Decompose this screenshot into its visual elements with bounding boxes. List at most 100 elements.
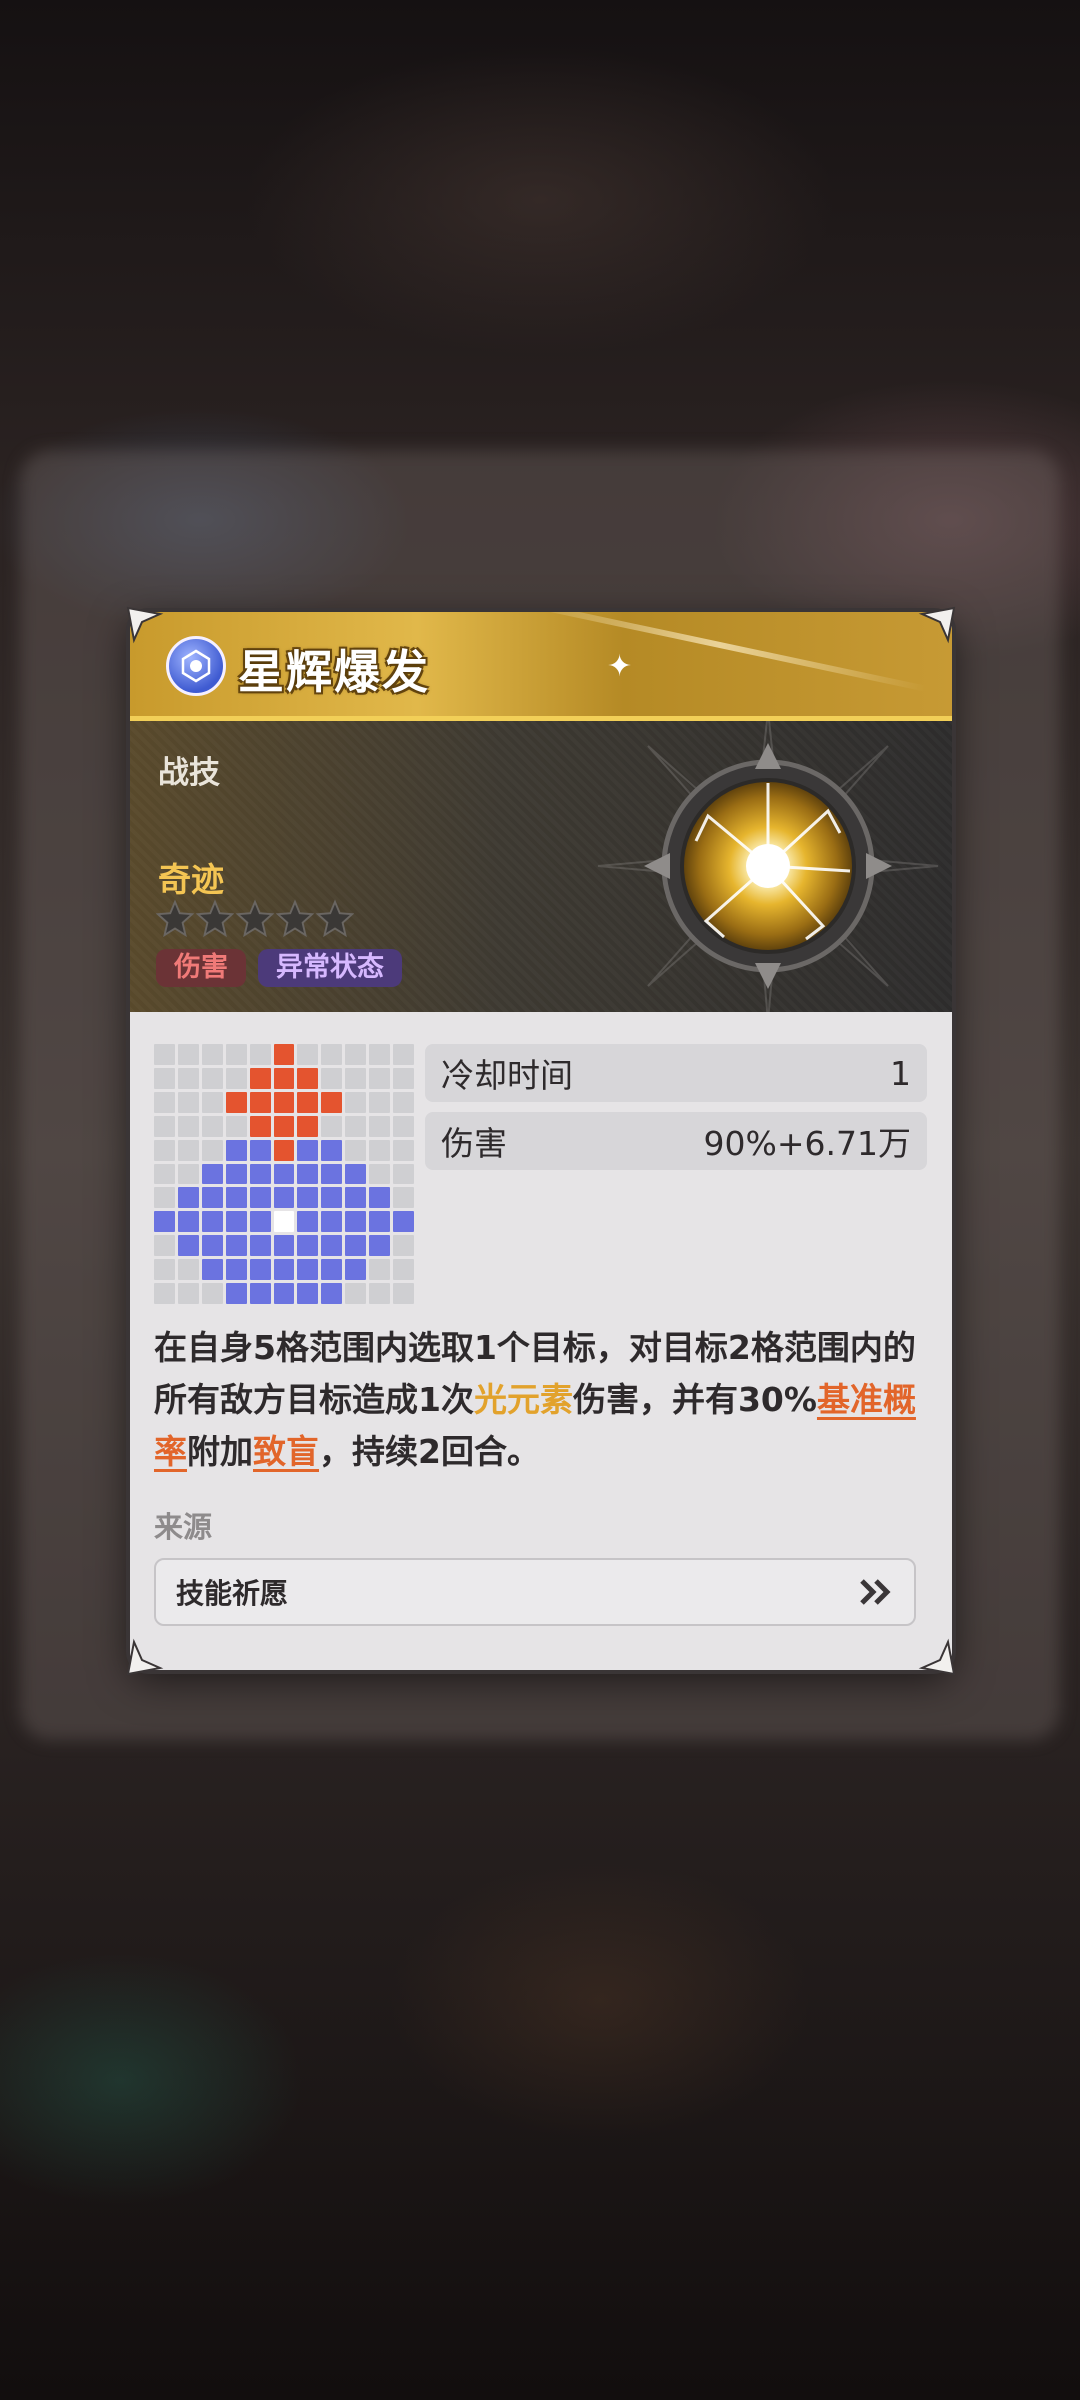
grid-cell-empty bbox=[393, 1115, 414, 1137]
grid-cell-select-range bbox=[201, 1235, 223, 1257]
grid-cell-target-range bbox=[273, 1139, 295, 1161]
grid-cell-empty bbox=[345, 1139, 367, 1161]
light-element-icon bbox=[166, 636, 226, 696]
grid-cell-empty bbox=[225, 1067, 247, 1089]
damage-value: 90%+6.71万 bbox=[703, 1124, 911, 1163]
grid-cell-select-range bbox=[177, 1211, 199, 1233]
grid-cell-empty bbox=[321, 1115, 343, 1137]
grid-cell-target-range bbox=[249, 1091, 271, 1113]
grid-cell-select-range bbox=[369, 1187, 391, 1209]
grid-cell-empty bbox=[393, 1091, 414, 1113]
sparkle-icon: ✦ bbox=[607, 649, 633, 684]
grid-cell-empty bbox=[201, 1115, 223, 1137]
source-label: 来源 bbox=[154, 1510, 213, 1544]
star-empty-icon bbox=[276, 899, 314, 937]
grid-cell-empty bbox=[154, 1091, 175, 1113]
skill-tags: 伤害 异常状态 bbox=[156, 949, 402, 987]
grid-cell-empty bbox=[345, 1044, 367, 1065]
grid-cell-empty bbox=[177, 1091, 199, 1113]
grid-cell-select-range bbox=[297, 1187, 319, 1209]
attack-range-grid bbox=[154, 1044, 414, 1304]
grid-cell-empty bbox=[154, 1139, 175, 1161]
grid-cell-target-range bbox=[273, 1067, 295, 1089]
grid-cell-empty bbox=[154, 1259, 175, 1281]
grid-cell-select-range bbox=[154, 1211, 175, 1233]
grid-cell-target-range bbox=[321, 1091, 343, 1113]
grid-cell-empty bbox=[225, 1115, 247, 1137]
grid-cell-target-range bbox=[297, 1091, 319, 1113]
grid-cell-select-range bbox=[225, 1187, 247, 1209]
grid-cell-empty bbox=[225, 1044, 247, 1065]
grid-cell-select-range bbox=[321, 1283, 343, 1304]
corner-ornament-icon bbox=[124, 1638, 164, 1678]
grid-cell-empty bbox=[393, 1235, 414, 1257]
grid-cell-empty bbox=[177, 1163, 199, 1185]
grid-cell-empty bbox=[154, 1163, 175, 1185]
tag-status-effect: 异常状态 bbox=[258, 949, 402, 987]
grid-cell-select-range bbox=[297, 1283, 319, 1304]
grid-cell-select-range bbox=[321, 1259, 343, 1281]
grid-cell-select-range bbox=[225, 1139, 247, 1161]
source-skill-wish-button[interactable]: 技能祈愿 bbox=[154, 1558, 916, 1626]
grid-cell-select-range bbox=[249, 1235, 271, 1257]
grid-cell-select-range bbox=[297, 1139, 319, 1161]
grid-cell-select-range bbox=[393, 1211, 414, 1233]
skill-detail-card: ✦ 星辉爆发 战技 奇迹 伤害 异常状态 冷却时间 1 伤害 90%+6.71万… bbox=[130, 612, 952, 1670]
grid-cell-empty bbox=[393, 1067, 414, 1089]
grid-cell-select-range bbox=[369, 1235, 391, 1257]
grid-cell-select-range bbox=[273, 1283, 295, 1304]
grid-cell-select-range bbox=[249, 1283, 271, 1304]
rarity-name: 奇迹 bbox=[158, 860, 224, 899]
grid-cell-empty bbox=[177, 1283, 199, 1304]
grid-cell-select-range bbox=[321, 1139, 343, 1161]
grid-cell-select-range bbox=[201, 1259, 223, 1281]
grid-cell-select-range bbox=[225, 1235, 247, 1257]
grid-cell-select-range bbox=[345, 1259, 367, 1281]
grid-cell-select-range bbox=[225, 1211, 247, 1233]
grid-cell-select-range bbox=[273, 1235, 295, 1257]
grid-cell-empty bbox=[201, 1091, 223, 1113]
grid-cell-self bbox=[273, 1211, 295, 1233]
element-keyword: 光元素 bbox=[473, 1380, 573, 1419]
grid-cell-select-range bbox=[249, 1139, 271, 1161]
star-empty-icon bbox=[156, 899, 194, 937]
tag-damage: 伤害 bbox=[156, 949, 246, 987]
corner-ornament-icon bbox=[918, 1638, 958, 1678]
grid-cell-select-range bbox=[273, 1187, 295, 1209]
grid-cell-empty bbox=[393, 1283, 414, 1304]
grid-cell-empty bbox=[201, 1044, 223, 1065]
skill-name: 星辉爆发 bbox=[238, 645, 430, 699]
grid-cell-empty bbox=[369, 1091, 391, 1113]
skill-header: 战技 奇迹 伤害 异常状态 bbox=[130, 721, 952, 1012]
grid-cell-select-range bbox=[201, 1187, 223, 1209]
grid-cell-empty bbox=[369, 1163, 391, 1185]
grid-cell-empty bbox=[369, 1259, 391, 1281]
grid-cell-target-range bbox=[273, 1091, 295, 1113]
grid-cell-empty bbox=[177, 1115, 199, 1137]
grid-cell-empty bbox=[393, 1139, 414, 1161]
grid-cell-target-range bbox=[297, 1067, 319, 1089]
grid-cell-select-range bbox=[225, 1163, 247, 1185]
grid-cell-select-range bbox=[225, 1283, 247, 1304]
grid-cell-select-range bbox=[321, 1163, 343, 1185]
grid-cell-empty bbox=[393, 1259, 414, 1281]
grid-cell-select-range bbox=[177, 1235, 199, 1257]
source-button-label: 技能祈愿 bbox=[176, 1577, 289, 1610]
grid-cell-select-range bbox=[345, 1235, 367, 1257]
grid-cell-empty bbox=[393, 1044, 414, 1065]
grid-cell-empty bbox=[369, 1139, 391, 1161]
grid-cell-empty bbox=[369, 1067, 391, 1089]
grid-cell-empty bbox=[201, 1283, 223, 1304]
blind-status-keyword[interactable]: 致盲 bbox=[253, 1432, 319, 1471]
grid-cell-target-range bbox=[273, 1044, 295, 1065]
skill-title-bar: ✦ 星辉爆发 bbox=[130, 612, 952, 721]
grid-cell-select-range bbox=[369, 1211, 391, 1233]
double-chevron-right-icon bbox=[860, 1579, 891, 1605]
star-empty-icon bbox=[316, 899, 354, 937]
grid-cell-select-range bbox=[297, 1235, 319, 1257]
star-empty-icon bbox=[196, 899, 234, 937]
grid-cell-select-range bbox=[297, 1259, 319, 1281]
grid-cell-select-range bbox=[249, 1163, 271, 1185]
grid-cell-empty bbox=[177, 1259, 199, 1281]
grid-cell-empty bbox=[345, 1067, 367, 1089]
